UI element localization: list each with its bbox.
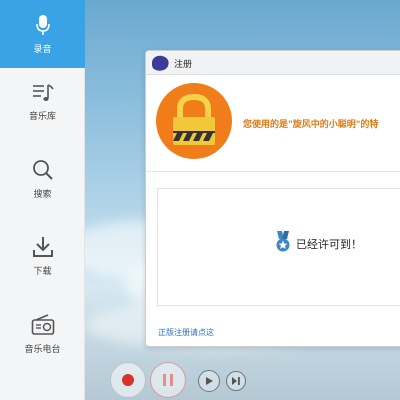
player-controls xyxy=(100,358,400,400)
next-button[interactable] xyxy=(226,371,246,391)
sidebar-item-label: 搜索 xyxy=(33,189,52,200)
sidebar-item-search[interactable]: 搜索 xyxy=(0,145,85,213)
dialog-title: 注册 xyxy=(174,60,193,70)
medal-icon xyxy=(275,231,291,257)
play-button[interactable] xyxy=(198,370,220,392)
sidebar-item-label: 音乐电台 xyxy=(24,344,61,355)
sidebar-item-record[interactable]: 录音 xyxy=(0,0,85,68)
sidebar: 录音 音乐库 搜索 下载 音乐电台 xyxy=(0,0,85,400)
record-button[interactable] xyxy=(110,362,146,398)
pause-icon xyxy=(163,374,173,386)
microphone-icon xyxy=(35,14,51,36)
sidebar-item-label: 音乐库 xyxy=(28,111,56,122)
license-status-text: 已经许可到！ xyxy=(296,238,362,251)
pause-button[interactable] xyxy=(150,362,186,398)
download-icon xyxy=(32,236,54,258)
padlock-icon xyxy=(156,83,232,159)
play-icon xyxy=(206,377,213,385)
app-logo-icon xyxy=(149,54,171,72)
register-dialog: 注册 您使用的是"旋风中的小聪明"的特 已经许可到！ 正版注册请点这 xyxy=(145,50,400,347)
license-status: 已经许可到！ xyxy=(275,231,362,257)
dialog-message: 您使用的是"旋风中的小聪明"的特 xyxy=(243,120,379,130)
search-icon xyxy=(32,159,54,181)
record-icon xyxy=(122,374,134,386)
register-link[interactable]: 正版注册请点这 xyxy=(158,327,214,338)
sidebar-item-radio[interactable]: 音乐电台 xyxy=(0,300,85,368)
radio-icon xyxy=(31,313,55,336)
sidebar-item-label: 下载 xyxy=(33,266,52,277)
sidebar-item-label: 录音 xyxy=(33,44,52,55)
divider xyxy=(146,171,400,172)
music-library-icon xyxy=(32,83,54,103)
sidebar-item-download[interactable]: 下载 xyxy=(0,222,85,290)
next-icon xyxy=(232,377,240,385)
dialog-title-bar[interactable]: 注册 xyxy=(146,51,400,75)
sidebar-item-music-library[interactable]: 音乐库 xyxy=(0,68,85,136)
